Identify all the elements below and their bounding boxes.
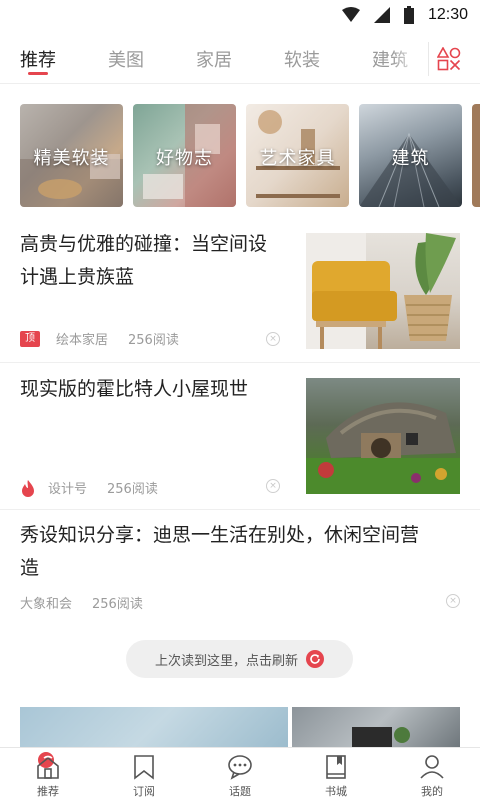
article-thumbnail: [306, 233, 460, 349]
article-source: 绘本家居: [56, 333, 109, 348]
tab-recommend[interactable]: 推荐: [20, 46, 56, 72]
refresh-banner[interactable]: 上次读到这里，点击刷新: [126, 640, 353, 678]
status-bar: 12:30: [0, 0, 480, 32]
book-icon: [326, 755, 346, 779]
article-title: 现实版的霍比特人小屋现世: [20, 378, 249, 400]
wifi-icon: [341, 7, 360, 22]
category-grid-icon: [436, 47, 460, 71]
tab-soft-decor[interactable]: 软装: [284, 46, 320, 72]
tab-home[interactable]: 家居: [196, 46, 232, 72]
nav-label: 推荐: [37, 785, 59, 798]
nav-profile[interactable]: 我的: [384, 748, 480, 800]
dismiss-icon[interactable]: ×: [266, 479, 280, 493]
signal-icon: [373, 7, 390, 23]
fire-icon: [22, 479, 34, 497]
nav-label: 我的: [421, 785, 443, 798]
read-count: 256阅读: [107, 482, 158, 497]
category-label: 好物志: [156, 148, 213, 169]
clock: 12:30: [427, 6, 468, 23]
tab-photos[interactable]: 美图: [108, 46, 144, 72]
category-label: 建筑: [391, 148, 430, 169]
article-meta: 大象和会 256阅读: [20, 593, 143, 612]
category-cards: 精美软装 好物志 艺术家具 建筑: [0, 104, 480, 208]
article-thumbnail: [306, 378, 460, 494]
nav-bookstore[interactable]: 书城: [288, 748, 384, 800]
category-label: 艺术家具: [259, 148, 336, 169]
pinned-badge: 顶: [20, 330, 40, 347]
nav-label: 话题: [229, 785, 251, 798]
dismiss-icon[interactable]: ×: [446, 594, 460, 608]
dismiss-icon[interactable]: ×: [266, 332, 280, 346]
article-thumbnail: [20, 707, 288, 747]
refresh-text: 上次读到这里，点击刷新: [154, 653, 298, 669]
bookmark-icon: [134, 755, 154, 780]
article-title: 秀设知识分享：迪思一生活在别处，休闲空间营 造: [20, 524, 420, 579]
category-card-architecture[interactable]: 建筑: [359, 104, 462, 207]
category-card-more[interactable]: [472, 104, 480, 207]
article-item[interactable]: 秀设知识分享：迪思一生活在别处，休闲空间营 造 大象和会 256阅读 ×: [0, 511, 480, 621]
category-card-art-furniture[interactable]: 艺术家具: [246, 104, 349, 207]
read-count: 256阅读: [128, 333, 179, 348]
channel-tabs: 推荐 美图 家居 软装 建筑: [0, 32, 480, 84]
category-card-good-things[interactable]: 好物志: [133, 104, 236, 207]
article-thumbnail: [292, 707, 460, 747]
category-card-soft-decor[interactable]: 精美软装: [20, 104, 123, 207]
nav-topics[interactable]: 话题: [192, 748, 288, 800]
article-title: 高贵与优雅的碰撞：当空间设 计遇上贵族蓝: [20, 233, 268, 288]
read-count: 256阅读: [92, 597, 143, 612]
refresh-icon: [306, 650, 324, 668]
category-label: 精美软装: [33, 148, 110, 169]
next-article-images: [0, 707, 480, 747]
nav-label: 书城: [325, 785, 347, 798]
article-meta: 顶 绘本家居 256阅读: [20, 329, 179, 348]
nav-recommend[interactable]: 推荐: [0, 748, 96, 800]
battery-icon: [403, 6, 414, 24]
user-icon: [420, 755, 444, 779]
article-source: 设计号: [48, 482, 88, 497]
home-icon: [37, 755, 59, 779]
bottom-navigation: 推荐 订阅 话题 书城 我的: [0, 747, 480, 800]
active-tab-indicator: [28, 72, 48, 75]
article-item[interactable]: 现实版的霍比特人小屋现世 设计号 256阅读 ×: [0, 364, 480, 510]
article-source: 大象和会: [20, 597, 73, 612]
nav-label: 订阅: [133, 785, 155, 798]
chat-bubble-icon: [228, 755, 252, 780]
article-item[interactable]: 高贵与优雅的碰撞：当空间设 计遇上贵族蓝 顶 绘本家居 256阅读 ×: [0, 222, 480, 363]
channel-menu-button[interactable]: [428, 42, 468, 76]
nav-subscribe[interactable]: 订阅: [96, 748, 192, 800]
article-meta: 设计号 256阅读: [20, 478, 158, 497]
